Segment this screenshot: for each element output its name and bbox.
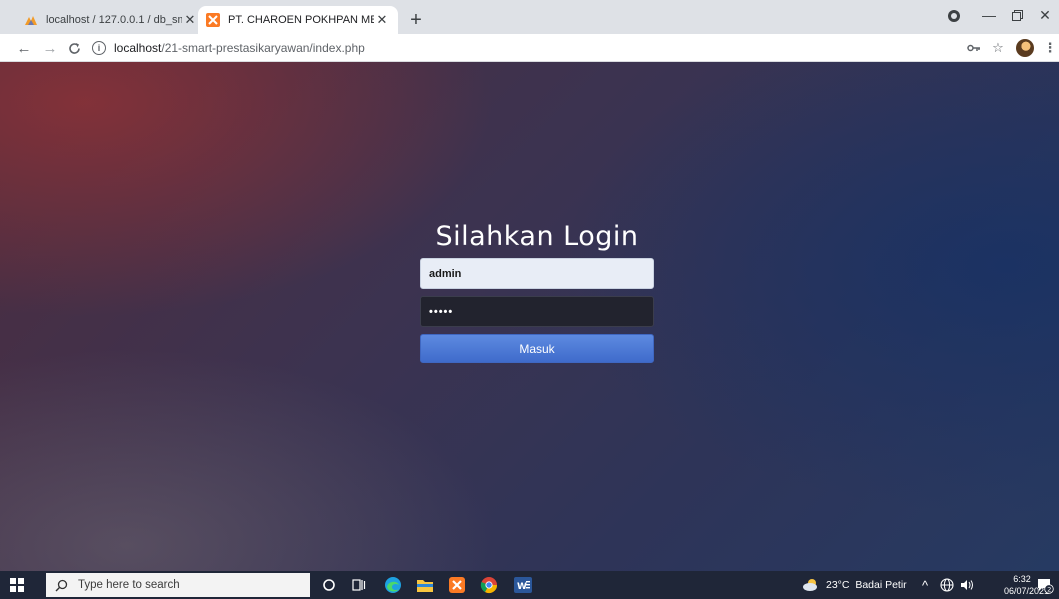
menu-kebab-icon[interactable]: ⋮ — [1040, 38, 1059, 58]
weather-condition: Badai Petir — [855, 579, 907, 591]
cortana-icon[interactable] — [320, 576, 338, 594]
search-placeholder: Type here to search — [78, 579, 180, 591]
windows-start-icon[interactable] — [10, 578, 24, 592]
volume-icon[interactable] — [958, 576, 976, 594]
browser-tab-strip: localhost / 127.0.0.1 / db_smart_ ✕ PT. … — [0, 0, 1059, 34]
profile-indicator-icon[interactable] — [948, 10, 960, 22]
clock-time: 6:32 — [1013, 574, 1031, 584]
xampp-icon — [206, 13, 220, 27]
login-button[interactable]: Masuk — [420, 334, 654, 363]
site-info-icon[interactable]: i — [92, 41, 106, 55]
profile-avatar[interactable] — [1016, 39, 1034, 57]
url-path: /21-smart-prestasikaryawan/index.php — [161, 41, 365, 55]
bookmark-star-icon[interactable]: ☆ — [988, 38, 1008, 58]
notification-center-icon[interactable]: 2 — [1036, 576, 1054, 594]
back-arrow-icon[interactable]: ← — [14, 38, 34, 58]
minimize-button[interactable]: — — [976, 0, 1002, 30]
close-tab-icon[interactable]: ✕ — [374, 12, 390, 28]
browser-toolbar: ← → i localhost/21-smart-prestasikaryawa… — [0, 34, 1059, 62]
restore-button[interactable] — [1004, 0, 1030, 30]
network-globe-icon[interactable] — [938, 576, 956, 594]
phpmyadmin-icon — [24, 13, 38, 27]
search-icon — [54, 578, 68, 592]
address-bar[interactable]: i localhost/21-smart-prestasikaryawan/in… — [92, 38, 962, 58]
weather-temp: 23°C — [826, 579, 850, 591]
new-tab-button[interactable]: + — [404, 8, 428, 32]
forward-arrow-icon[interactable]: → — [40, 38, 60, 58]
close-window-button[interactable]: ✕ — [1032, 0, 1058, 30]
xampp-icon[interactable] — [448, 576, 466, 594]
clock-date: 06/07/2021 — [1004, 586, 1050, 596]
tab-phpmyadmin[interactable]: localhost / 127.0.0.1 / db_smart_ ✕ — [16, 6, 206, 34]
taskbar-search-box[interactable]: Type here to search — [46, 573, 310, 597]
username-field[interactable] — [420, 258, 654, 289]
notification-count: 2 — [1047, 586, 1051, 594]
password-field[interactable] — [420, 296, 654, 327]
url-host: localhost — [114, 41, 162, 55]
weather-text[interactable]: 23°C Badai Petir — [826, 571, 907, 599]
reload-icon[interactable] — [64, 38, 84, 58]
task-view-icon[interactable] — [350, 576, 368, 594]
page-viewport: Silahkan Login Masuk — [0, 62, 1059, 571]
key-icon[interactable] — [964, 38, 984, 58]
close-tab-icon[interactable]: ✕ — [182, 12, 198, 28]
login-form: Silahkan Login Masuk — [420, 219, 654, 363]
taskbar: Type here to search W 23°C Badai Petir ^… — [0, 571, 1059, 599]
tab-title: localhost / 127.0.0.1 / db_smart_ — [46, 14, 182, 26]
system-clock[interactable]: 6:32 06/07/2021 — [1004, 573, 1050, 597]
file-explorer-icon[interactable] — [416, 576, 434, 594]
login-title: Silahkan Login — [435, 221, 639, 252]
svg-text:W: W — [517, 582, 527, 592]
word-icon[interactable]: W — [514, 576, 532, 594]
weather-icon[interactable] — [802, 576, 820, 594]
chevron-up-icon[interactable]: ^ — [922, 571, 928, 599]
tab-charoen-pokhpan[interactable]: PT. CHAROEN POKHPAN MEDAN ✕ — [198, 6, 398, 34]
tab-title: PT. CHAROEN POKHPAN MEDAN — [228, 14, 374, 26]
edge-browser-icon[interactable] — [384, 576, 402, 594]
chrome-icon[interactable] — [480, 576, 498, 594]
